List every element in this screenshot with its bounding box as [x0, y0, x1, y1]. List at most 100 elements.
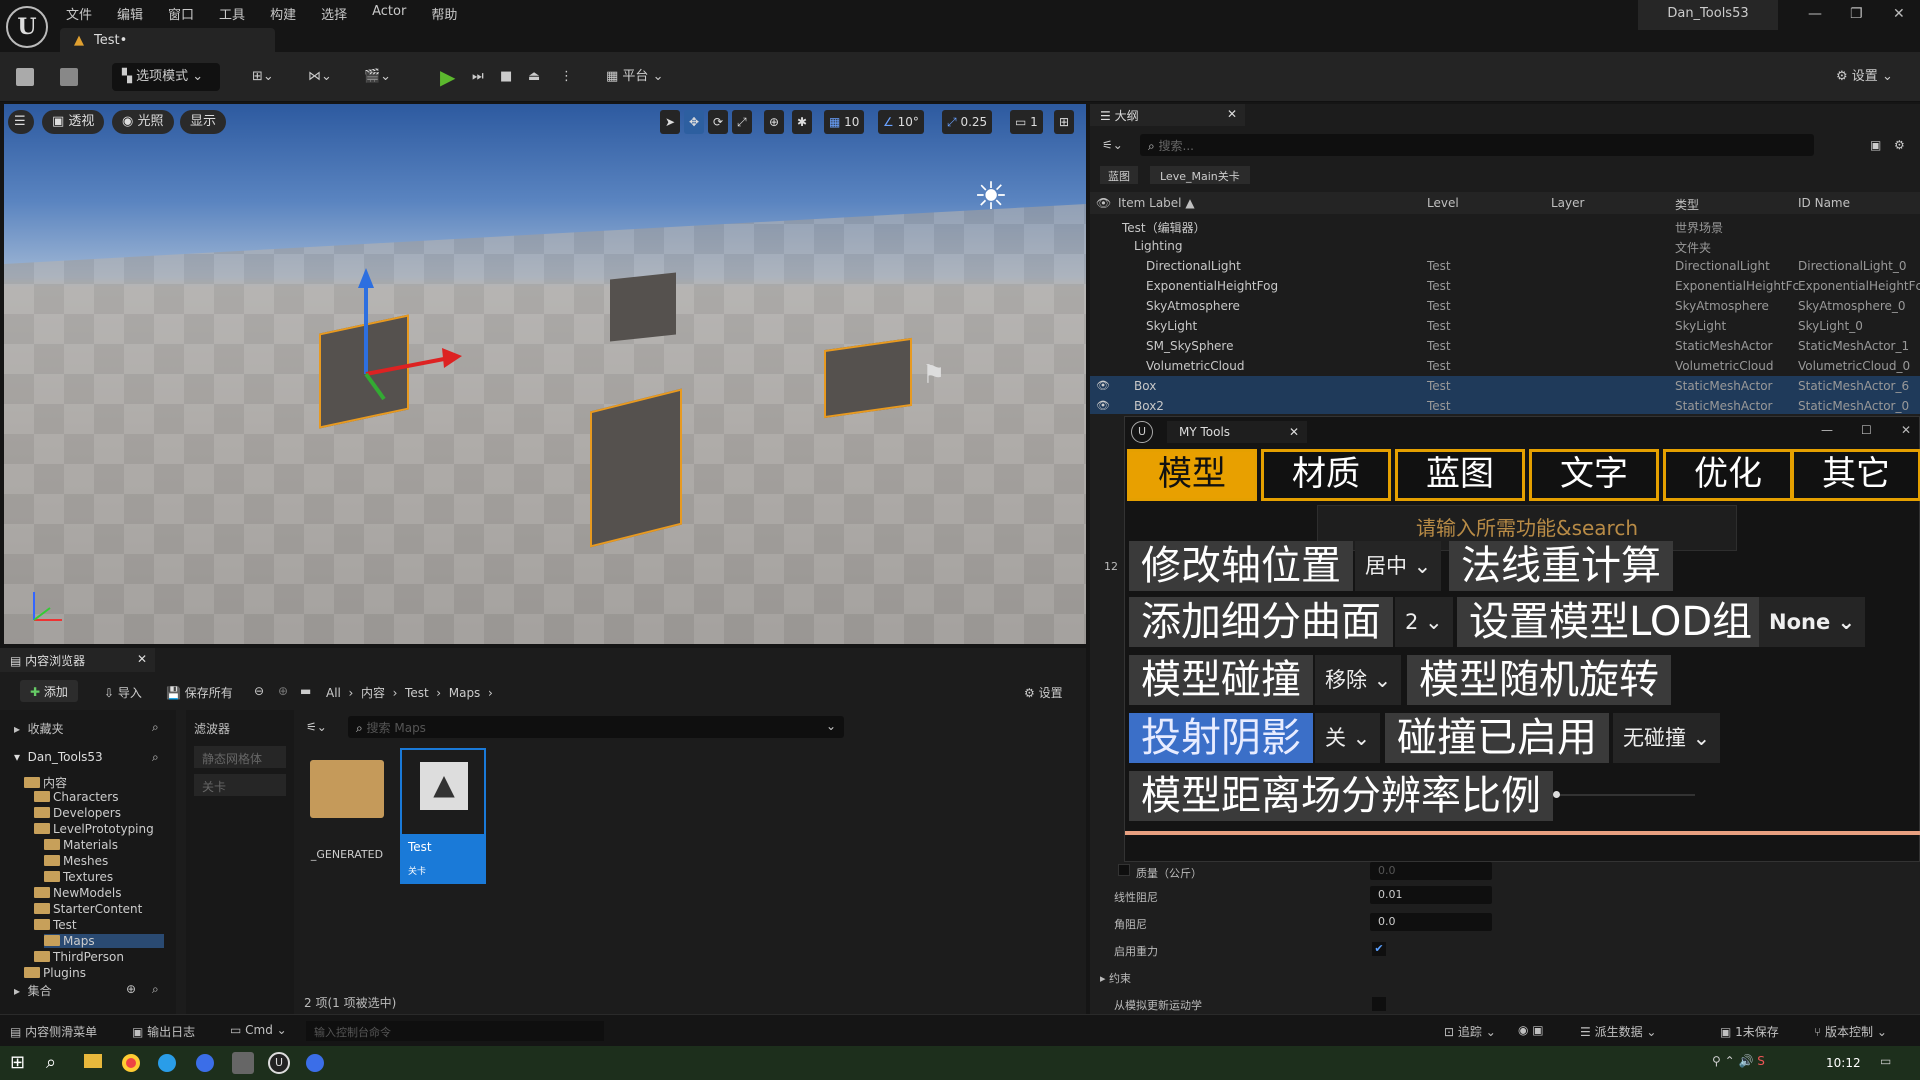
asset-generated[interactable]: _GENERATED — [310, 760, 384, 861]
collision-type-dropdown[interactable]: 无碰撞 ⌄ — [1613, 713, 1721, 763]
my-tools-tab-close-icon[interactable]: ✕ — [1289, 425, 1299, 439]
cast-shadow-button[interactable]: 投射阴影 — [1129, 713, 1313, 763]
scale-tool-icon[interactable]: ⤢ — [732, 110, 752, 134]
tools-minimize-icon[interactable]: — — [1821, 423, 1833, 437]
folder-tree-item[interactable]: NewModels — [34, 886, 121, 900]
play-icon[interactable]: ▶ — [440, 63, 460, 91]
folder-tree-item[interactable]: Meshes — [44, 854, 108, 868]
history-forward-icon[interactable]: ⊕ — [278, 684, 288, 698]
folder-tree-item[interactable]: Developers — [34, 806, 121, 820]
outliner-search-input[interactable]: ⌕ 搜索... — [1140, 134, 1814, 156]
recalc-normals-button[interactable]: 法线重计算 — [1449, 541, 1673, 591]
app-icon-2[interactable] — [232, 1052, 254, 1074]
add-actor-icon[interactable]: ⊞⌄ — [252, 63, 274, 91]
import-button[interactable]: ⇩ 导入 — [104, 684, 142, 701]
edge-icon[interactable] — [158, 1054, 176, 1072]
grid-snap-button[interactable]: ▦ 10 — [824, 110, 865, 134]
mass-field[interactable]: 0.0 — [1370, 862, 1492, 880]
visibility-icon[interactable]: 👁 — [1096, 379, 1110, 392]
table-row[interactable]: ExponentialHeightFog Test ExponentialHeigh… — [1090, 276, 1920, 296]
menu-edit[interactable]: 编辑 — [117, 4, 143, 23]
filter-chip-blueprint[interactable]: 蓝图 — [1100, 166, 1138, 184]
update-kinematic-checkbox[interactable] — [1372, 997, 1386, 1011]
table-row[interactable]: 👁 Box Test StaticMeshActor StaticMeshActor_6 — [1090, 376, 1920, 396]
tab-other[interactable]: 其它 — [1791, 449, 1920, 501]
trace-button[interactable]: ⊡ 追踪 ⌄ — [1444, 1023, 1496, 1040]
col-type[interactable]: 类型 — [1675, 196, 1699, 213]
breadcrumb-content[interactable]: 内容 — [361, 686, 385, 700]
table-row[interactable]: SM_SkySphere Test StaticMeshActor StaticMes… — [1090, 336, 1920, 356]
transform-gizmo[interactable] — [344, 264, 474, 414]
table-row[interactable]: 👁 Box2 Test StaticMeshActor StaticMeshActor_… — [1090, 396, 1920, 416]
tab-optimize[interactable]: 优化 — [1663, 449, 1793, 501]
breadcrumb-all[interactable]: All — [326, 686, 341, 700]
folder-tree-item[interactable]: Maps — [44, 934, 164, 948]
chevron-down-icon[interactable]: ⌄ — [826, 719, 836, 733]
project-search-icon[interactable]: ⌕ — [152, 750, 159, 765]
app-icon-3[interactable] — [306, 1054, 324, 1072]
eject-icon[interactable]: ⏏ — [528, 63, 540, 91]
gravity-checkbox[interactable]: ✔ — [1372, 942, 1386, 956]
tray-icons[interactable]: ⚲ ⌃ 🔊 S — [1712, 1054, 1765, 1068]
restore-icon[interactable]: ❐ — [1850, 6, 1863, 22]
app-icon-1[interactable] — [196, 1054, 214, 1072]
collections-header[interactable]: ▸ 集合 — [14, 982, 52, 999]
new-folder-icon[interactable]: ▣ — [1870, 138, 1881, 152]
cinematics-icon[interactable]: 🎬⌄ — [364, 63, 391, 91]
outliner-settings-icon[interactable]: ⚙ — [1894, 138, 1905, 152]
folder-tree-item[interactable]: ThirdPerson — [34, 950, 124, 964]
tools-maximize-icon[interactable]: ☐ — [1861, 423, 1872, 437]
content-drawer-button[interactable]: ▤ 内容侧滑菜单 — [10, 1023, 97, 1040]
table-row[interactable]: Test（编辑器） 世界场景 — [1090, 216, 1920, 236]
mass-checkbox[interactable] — [1118, 864, 1130, 876]
notification-icon[interactable]: ▭ — [1880, 1054, 1891, 1068]
world-local-icon[interactable]: ⊕ — [764, 110, 785, 134]
maximize-viewport-icon[interactable]: ⊞ — [1054, 110, 1075, 134]
collision-enabled-button[interactable]: 碰撞已启用 — [1385, 713, 1609, 763]
menu-actor[interactable]: Actor — [372, 4, 406, 23]
minimize-icon[interactable]: — — [1808, 6, 1822, 22]
rotation-snap-button[interactable]: ∠ 10° — [878, 110, 924, 134]
output-log-button[interactable]: ▣ 输出日志 — [132, 1023, 195, 1040]
folder-tree-item[interactable]: Materials — [44, 838, 118, 852]
menu-help[interactable]: 帮助 — [431, 4, 457, 23]
folder-tree-item[interactable]: Plugins — [24, 966, 86, 980]
breadcrumb-test[interactable]: Test — [405, 686, 429, 700]
add-button[interactable]: ✚ 添加 — [20, 680, 78, 702]
tab-model[interactable]: 模型 — [1127, 449, 1257, 501]
cube-right[interactable] — [824, 337, 912, 419]
add-collection-icon[interactable]: ⊕ — [126, 982, 136, 996]
col-id-name[interactable]: ID Name — [1798, 196, 1850, 210]
add-subdivision-button[interactable]: 添加细分曲面 — [1129, 597, 1393, 647]
chrome-icon[interactable] — [122, 1054, 140, 1072]
folder-tree-item[interactable]: StarterContent — [34, 902, 142, 916]
level-tab[interactable]: ▲ Test• — [60, 28, 275, 52]
level-viewport[interactable]: ☰ ▣ 透视 ◉ 光照 显示 ➤ ✥ ⟳ ⤢ ⊕ ✱ ▦ 10 ∠ 10° ⤢ … — [4, 104, 1086, 644]
platform-button[interactable]: ▦ 平台 ⌄ — [606, 63, 663, 91]
table-row[interactable]: SkyAtmosphere Test SkyAtmosphere SkyAtmosph… — [1090, 296, 1920, 316]
my-tools-tab[interactable]: MY Tools ✕ — [1167, 421, 1307, 443]
col-level[interactable]: Level — [1427, 196, 1459, 210]
folder-tree-item[interactable]: LevelPrototyping — [34, 822, 154, 836]
browse-icon[interactable] — [60, 63, 78, 91]
model-collision-button[interactable]: 模型碰撞 — [1129, 655, 1313, 705]
show-button[interactable]: 显示 — [180, 110, 227, 134]
scale-snap-button[interactable]: ⤢ 0.25 — [942, 110, 993, 134]
favorites-search-icon[interactable]: ⌕ — [152, 720, 159, 735]
cmd-dropdown[interactable]: ▭ Cmd ⌄ — [230, 1023, 287, 1037]
visibility-icon[interactable]: 👁 — [1096, 196, 1111, 210]
tab-text[interactable]: 文字 — [1529, 449, 1659, 501]
camera-speed-button[interactable]: ▭ 1 — [1010, 110, 1043, 134]
perspective-button[interactable]: ▣ 透视 — [42, 110, 105, 134]
folder-tree-item[interactable]: 内容 — [24, 774, 67, 791]
tools-close-icon[interactable]: ✕ — [1901, 423, 1911, 437]
save-all-button[interactable]: 💾 保存所有 — [166, 684, 233, 701]
content-browser-tab[interactable]: ▤ 内容浏览器 ✕ — [0, 648, 155, 672]
version-control-button[interactable]: ⑂ 版本控制 ⌄ — [1814, 1023, 1887, 1040]
asset-test-level[interactable]: ▲ Test 关卡 — [400, 748, 486, 884]
close-icon[interactable]: ✕ — [1893, 6, 1905, 22]
filter-level[interactable]: 关卡 — [194, 774, 286, 796]
cb-filter-icon[interactable]: ⚟⌄ — [306, 720, 327, 734]
file-explorer-icon[interactable] — [84, 1054, 102, 1068]
menu-build[interactable]: 构建 — [270, 4, 296, 23]
